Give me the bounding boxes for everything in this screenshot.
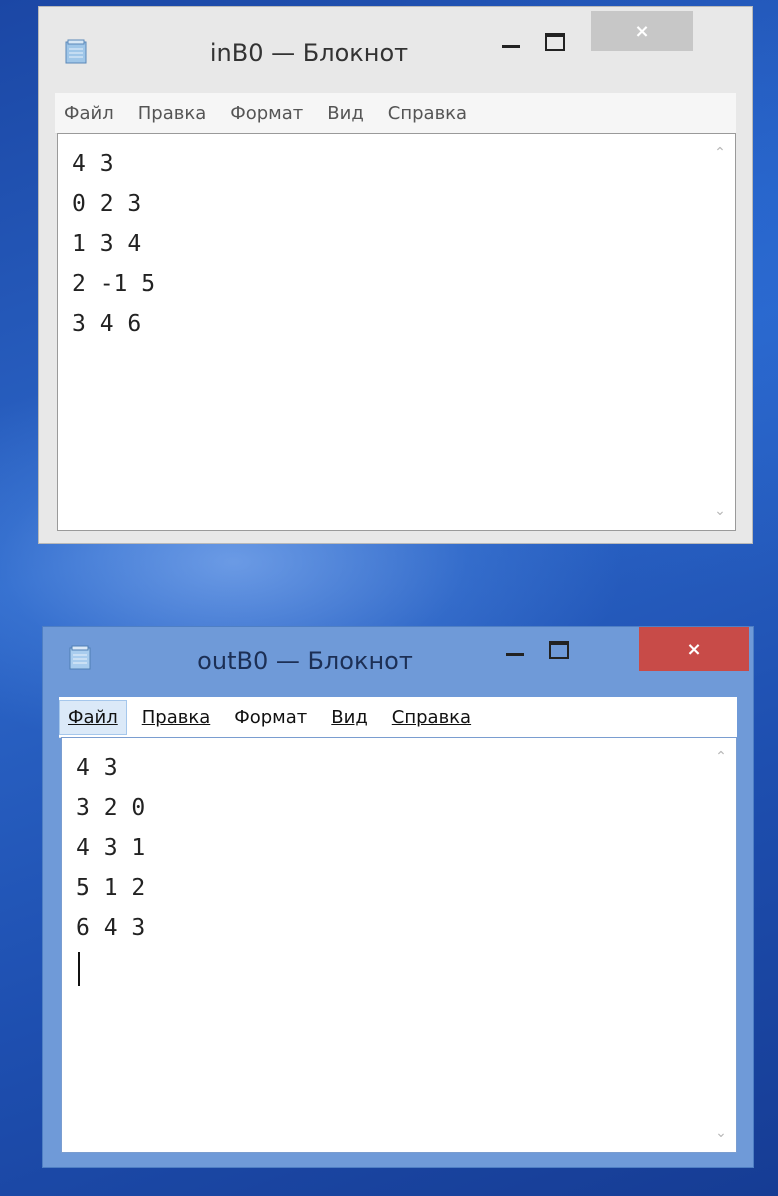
close-icon: × <box>686 638 702 660</box>
menu-edit[interactable]: Правка <box>129 96 216 131</box>
notepad-icon[interactable] <box>67 645 93 671</box>
menu-bar: Файл Правка Формат Вид Справка <box>55 93 736 134</box>
menu-edit-label: Правка <box>141 706 211 728</box>
text-line: 6 4 3 <box>76 915 146 941</box>
maximize-button[interactable] <box>533 25 577 59</box>
minimize-icon <box>506 652 524 656</box>
text-line: 0 2 3 <box>72 191 142 217</box>
text-line: 5 1 2 <box>76 875 146 901</box>
menu-bar: Файл Правка Формат Вид Справка <box>59 697 737 738</box>
text-line: 4 3 1 <box>76 835 146 861</box>
title-bar[interactable]: outB0 — Блокнот × <box>43 627 753 705</box>
window-title: outB0 — Блокнот <box>197 647 413 675</box>
vertical-scrollbar[interactable]: ⌃ ⌄ <box>706 738 736 1152</box>
maximize-button[interactable] <box>537 633 581 667</box>
scroll-down-icon[interactable]: ⌄ <box>714 1126 728 1140</box>
text-editor[interactable]: 4 3 0 2 3 1 3 4 2 -1 5 3 4 6 ⌃ ⌄ <box>57 133 736 531</box>
text-line: 3 2 0 <box>76 795 146 821</box>
title-bar[interactable]: inB0 — Блокнот × <box>39 7 752 85</box>
text-line: 1 3 4 <box>72 231 142 257</box>
editor-content[interactable]: 4 3 0 2 3 1 3 4 2 -1 5 3 4 6 <box>72 144 155 344</box>
text-line: 3 4 6 <box>72 311 142 337</box>
menu-view[interactable]: Вид <box>318 96 373 131</box>
menu-view[interactable]: Вид <box>322 700 377 735</box>
maximize-icon <box>545 33 565 51</box>
minimize-button[interactable] <box>489 29 533 63</box>
notepad-icon[interactable] <box>63 39 89 65</box>
menu-file-label: Файл <box>68 706 118 728</box>
text-line: 4 3 <box>76 755 118 781</box>
window-title: inB0 — Блокнот <box>209 39 409 67</box>
close-button[interactable]: × <box>591 11 693 51</box>
minimize-icon <box>502 44 520 48</box>
menu-file[interactable]: Файл <box>55 96 123 131</box>
minimize-button[interactable] <box>493 637 537 671</box>
menu-help[interactable]: Справка <box>379 96 476 131</box>
menu-format[interactable]: Формат <box>221 96 312 131</box>
menu-file[interactable]: Файл <box>59 699 127 735</box>
text-caret <box>78 952 80 986</box>
close-button[interactable]: × <box>639 627 749 671</box>
text-editor[interactable]: 4 3 3 2 0 4 3 1 5 1 2 6 4 3 ⌃ ⌄ <box>61 737 737 1153</box>
notepad-window-inb0[interactable]: inB0 — Блокнот × Файл Правка Формат Вид … <box>38 6 753 544</box>
notepad-window-outb0[interactable]: outB0 — Блокнот × Файл Правка Формат Вид… <box>42 626 754 1168</box>
close-icon: × <box>634 20 650 42</box>
vertical-scrollbar[interactable]: ⌃ ⌄ <box>705 134 735 530</box>
text-line: 2 -1 5 <box>72 271 156 297</box>
menu-help-label: Справка <box>391 706 472 728</box>
scroll-up-icon[interactable]: ⌃ <box>713 146 727 160</box>
menu-help[interactable]: Справка <box>383 700 480 735</box>
scroll-down-icon[interactable]: ⌄ <box>713 504 727 518</box>
maximize-icon <box>549 641 569 659</box>
scroll-up-icon[interactable]: ⌃ <box>714 750 728 764</box>
menu-view-label: Вид <box>331 706 368 728</box>
menu-edit[interactable]: Правка <box>133 700 220 735</box>
menu-format[interactable]: Формат <box>225 700 316 735</box>
text-line: 4 3 <box>72 151 114 177</box>
editor-content[interactable]: 4 3 3 2 0 4 3 1 5 1 2 6 4 3 <box>76 748 145 948</box>
